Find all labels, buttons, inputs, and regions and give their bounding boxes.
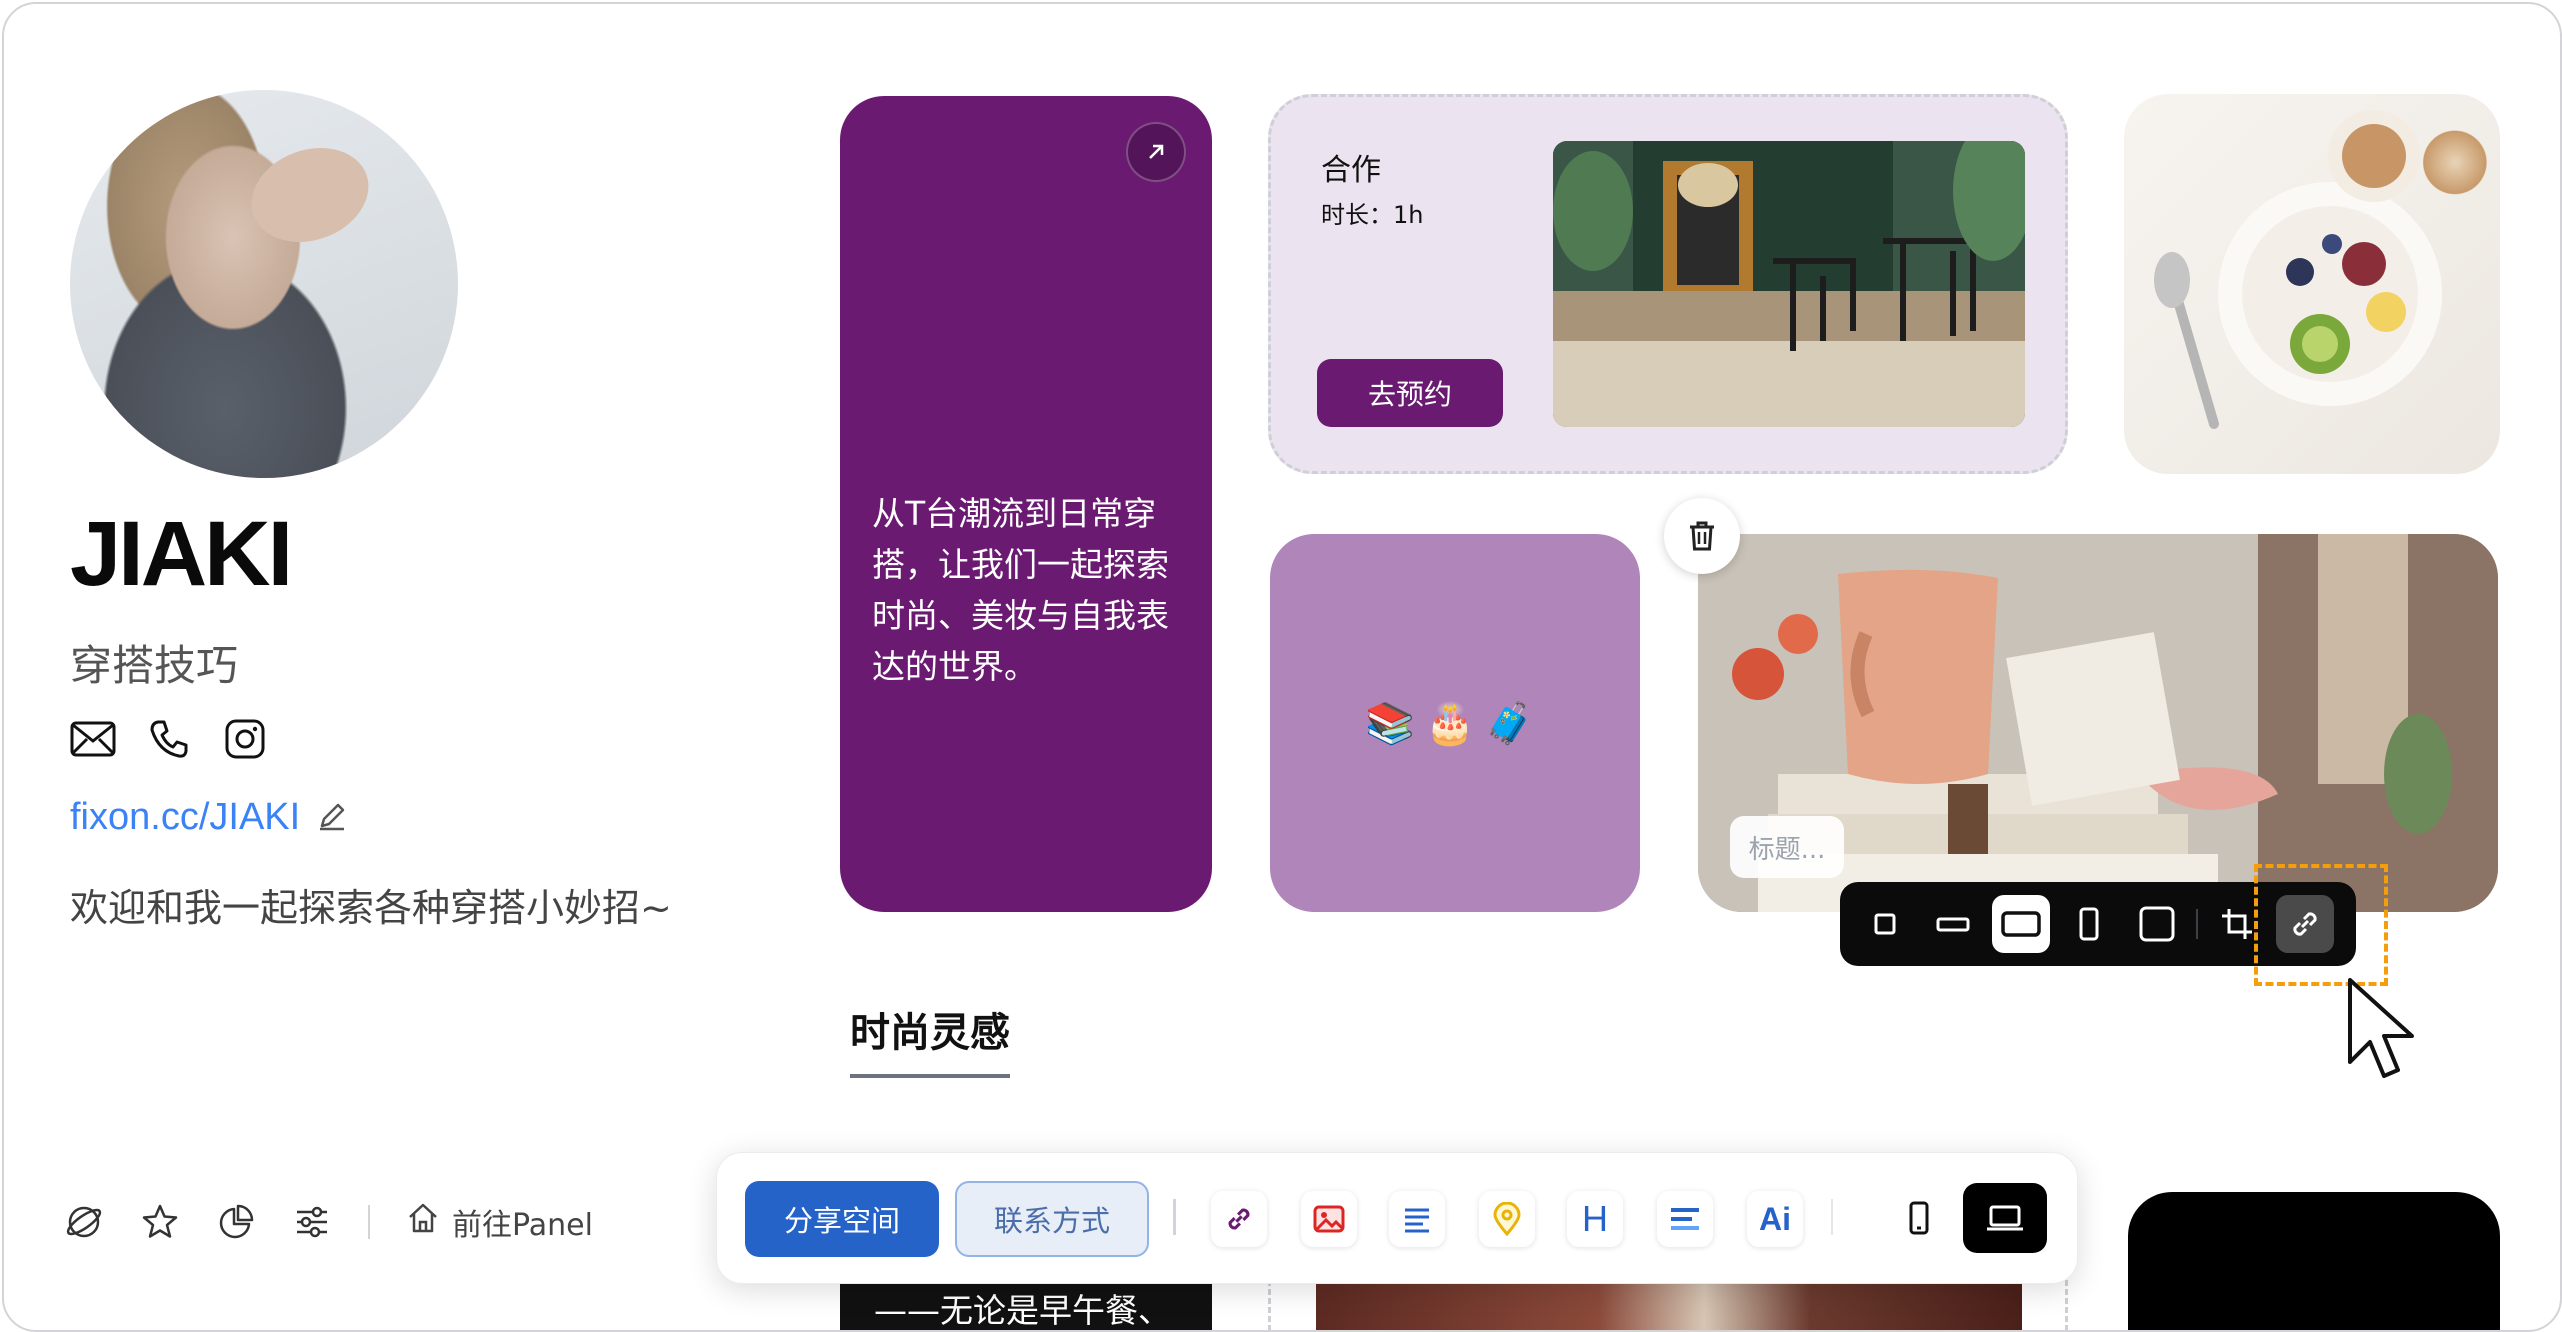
- size-wide-button[interactable]: [1992, 895, 2050, 953]
- desktop-view-icon[interactable]: [1963, 1183, 2047, 1253]
- toolbar-divider-2: [1831, 1199, 1833, 1235]
- sidebar-divider: [368, 1205, 370, 1239]
- emoji-card[interactable]: 📚🎂🧳: [1270, 534, 1640, 912]
- bottom-photo-card[interactable]: [1316, 1280, 2022, 1330]
- section-title[interactable]: 时尚灵感: [850, 1000, 1010, 1078]
- avatar[interactable]: [70, 90, 458, 478]
- breakfast-photo-card[interactable]: [2124, 94, 2500, 474]
- collab-title: 合作: [1321, 153, 1381, 188]
- trash-icon[interactable]: [1664, 498, 1740, 574]
- toolbar-divider: [1173, 1199, 1176, 1235]
- share-space-button[interactable]: 分享空间: [745, 1181, 939, 1257]
- size-tall-button[interactable]: [2060, 895, 2118, 953]
- home-icon: [406, 1201, 440, 1243]
- highlight-box: [2254, 864, 2388, 986]
- profile-url[interactable]: fixon.cc/JIAKI: [70, 796, 300, 839]
- text-card[interactable]: 从T台潮流到日常穿搭，让我们一起探索时尚、美妆与自我表达的世界。: [840, 96, 1212, 912]
- size-wide-short-button[interactable]: [1924, 895, 1982, 953]
- mail-icon[interactable]: [70, 716, 116, 762]
- card-title-input[interactable]: 标题...: [1730, 816, 1844, 878]
- instagram-icon[interactable]: [222, 716, 268, 762]
- collab-card[interactable]: 合作 时长：1h 去预约: [1268, 94, 2068, 474]
- ai-icon[interactable]: Ai: [1747, 1191, 1803, 1247]
- add-location-icon[interactable]: [1479, 1191, 1535, 1247]
- bottom-text-card[interactable]: ——无论是早午餐、: [840, 1280, 1212, 1330]
- phone-icon[interactable]: [146, 716, 192, 762]
- open-link-arrow-icon[interactable]: [1126, 122, 1186, 182]
- size-large-square-button[interactable]: [2128, 895, 2186, 953]
- book-button[interactable]: 去预约: [1317, 359, 1503, 427]
- bottom-text-card-content: ——无论是早午餐、: [874, 1291, 1171, 1330]
- add-note-icon[interactable]: [1657, 1191, 1713, 1247]
- ai-glyph: Ai: [1759, 1200, 1791, 1237]
- profile-link-row: fixon.cc/JIAKI: [70, 796, 348, 839]
- mobile-view-icon[interactable]: [1877, 1183, 1961, 1253]
- sidebar-tools: 前往Panel: [64, 1200, 593, 1244]
- profile-subtitle[interactable]: 穿搭技巧: [70, 632, 238, 693]
- star-icon[interactable]: [140, 1202, 180, 1242]
- panel-link[interactable]: 前往Panel: [406, 1200, 593, 1244]
- size-small-square-button[interactable]: [1856, 895, 1914, 953]
- bottom-toolbar: 分享空间 联系方式 H Ai: [716, 1152, 2078, 1284]
- planet-icon[interactable]: [64, 1202, 104, 1242]
- size-toolbar-divider: [2196, 909, 2198, 939]
- edit-pencil-icon[interactable]: [316, 800, 348, 836]
- add-image-icon[interactable]: [1301, 1191, 1357, 1247]
- profile-bio[interactable]: 欢迎和我一起探索各种穿搭小妙招~: [70, 876, 690, 940]
- text-card-content: 从T台潮流到日常穿搭，让我们一起探索时尚、美妆与自我表达的世界。: [872, 494, 1169, 686]
- add-link-icon[interactable]: [1211, 1191, 1267, 1247]
- mug-photo-card[interactable]: 标题...: [1698, 534, 2498, 912]
- profile-name[interactable]: JIAKI: [70, 502, 293, 607]
- add-heading-icon[interactable]: H: [1567, 1191, 1623, 1247]
- cafe-photo: [1553, 141, 2025, 427]
- contact-icons: [70, 716, 268, 762]
- sliders-icon[interactable]: [292, 1202, 332, 1242]
- add-text-icon[interactable]: [1389, 1191, 1445, 1247]
- app-frame: JIAKI 穿搭技巧 fixon.cc/JIAKI 欢迎和我一起探索各种穿搭小妙…: [2, 2, 2562, 1332]
- mouse-cursor-icon: [2348, 978, 2414, 1078]
- contact-button[interactable]: 联系方式: [955, 1181, 1149, 1257]
- collab-duration: 时长：1h: [1321, 201, 1424, 229]
- bottom-black-card[interactable]: [2128, 1192, 2500, 1330]
- emoji-content: 📚🎂🧳: [1365, 700, 1545, 747]
- heading-glyph: H: [1582, 1198, 1608, 1239]
- pie-chart-icon[interactable]: [216, 1202, 256, 1242]
- panel-link-label: 前往Panel: [452, 1208, 593, 1243]
